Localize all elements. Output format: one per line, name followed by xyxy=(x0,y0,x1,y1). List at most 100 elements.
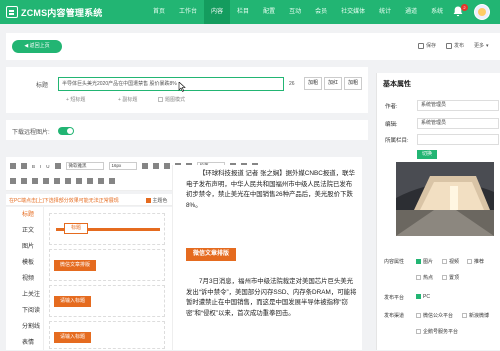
hot-checkbox[interactable] xyxy=(416,275,421,281)
column-label: 所属栏目: xyxy=(385,138,409,144)
template-item-1[interactable]: 标题 xyxy=(49,213,165,245)
undo-icon[interactable] xyxy=(10,163,16,169)
template-category-body[interactable]: 正文 xyxy=(6,223,43,239)
align-left-icon[interactable] xyxy=(163,163,170,169)
title-input[interactable]: 半导体巨头美光2020产品在中国遭禁售 股价暴跌8% xyxy=(58,77,284,91)
lead-title-option[interactable]: 题图模式 xyxy=(158,96,185,103)
header-actions: 保存 发布 更多 ▾ xyxy=(418,42,489,49)
nav-item-workbench[interactable]: 工作台 xyxy=(172,0,204,24)
underline-icon[interactable]: U xyxy=(46,164,49,169)
template-item-4[interactable]: 请输入标题 xyxy=(49,321,165,349)
image-option[interactable]: 图片 xyxy=(416,258,433,265)
template-category-template[interactable]: 模板 xyxy=(6,255,43,271)
template-item-3[interactable]: 请输入标题 xyxy=(49,285,165,317)
nav-item-interaction[interactable]: 互动 xyxy=(282,0,308,24)
editor-content[interactable]: 【环球科技报道 记者 张之娴】据外媒CNBC报道，联华电子发布声明，中华人民共和… xyxy=(172,165,362,350)
back-button[interactable]: ◀ 返回上页 xyxy=(12,40,62,53)
nav-item-system[interactable]: 系统 xyxy=(424,0,450,24)
template-label: 微信文章排版 xyxy=(54,260,97,271)
wechat-checkbox[interactable] xyxy=(416,313,421,319)
nav-item-columns[interactable]: 栏目 xyxy=(230,0,256,24)
recommend-checkbox[interactable] xyxy=(467,259,472,265)
weibo-checkbox[interactable] xyxy=(462,313,467,319)
app-title: ZCMS内容管理系统 xyxy=(21,7,103,18)
weibo-option[interactable]: 新浪微博 xyxy=(462,312,489,319)
notification-bell[interactable]: 2 xyxy=(452,4,468,19)
file-icon[interactable] xyxy=(43,178,49,184)
cover-photo-graphic xyxy=(396,162,494,236)
pc-checkbox[interactable] xyxy=(416,294,421,300)
video-icon[interactable] xyxy=(21,178,27,184)
nav-item-content[interactable]: 内容 xyxy=(204,0,231,24)
fullscreen-icon[interactable] xyxy=(109,178,115,184)
theme-color-button[interactable]: 主题色 xyxy=(146,197,167,204)
enterprise-checkbox[interactable] xyxy=(416,329,421,335)
top-navigation-bar: ZCMS内容管理系统 首页 工作台 内容 栏目 配置 互动 会员 社交媒体 统计… xyxy=(0,0,500,24)
image-icon[interactable] xyxy=(10,178,16,184)
cover-image[interactable] xyxy=(396,162,494,236)
sub-title-option[interactable]: + 副标题 xyxy=(118,96,137,103)
switch-column-button[interactable]: 切换 xyxy=(417,150,437,159)
remote-image-toggle[interactable] xyxy=(58,127,74,135)
template-item-2[interactable]: 微信文章排版 xyxy=(49,249,165,281)
app-logo[interactable]: ZCMS内容管理系统 xyxy=(6,4,103,20)
author-label: 作者: xyxy=(385,104,398,110)
template-category-image[interactable]: 图片 xyxy=(6,239,43,255)
template-category-read[interactable]: 下阅读 xyxy=(6,303,43,319)
pc-option[interactable]: PC xyxy=(416,294,430,300)
font-size-select[interactable]: 16px xyxy=(108,162,137,170)
nav-item-channels[interactable]: 通道 xyxy=(398,0,424,24)
nav-item-stats[interactable]: 统计 xyxy=(372,0,398,24)
nav-item-home[interactable]: 首页 xyxy=(146,0,172,24)
remote-image-label: 下载远程图片: xyxy=(12,130,50,136)
font-color-icon[interactable] xyxy=(141,163,148,169)
page-break-icon[interactable] xyxy=(98,178,104,184)
template-category-title[interactable]: 标题 xyxy=(6,207,43,223)
bold-button[interactable]: 加粗 xyxy=(304,77,322,90)
content-banner: 微信文章排版 xyxy=(186,248,237,261)
enterprise-option[interactable]: 企鹅号服务平台 xyxy=(416,328,458,335)
template-label: 请输入标题 xyxy=(54,332,92,343)
template-category-emoji[interactable]: 表情 xyxy=(6,335,43,351)
short-title-option[interactable]: + 短标题 xyxy=(66,96,85,103)
author-input[interactable]: 系统管理员 xyxy=(417,100,499,111)
font-family-select[interactable]: 微软雅黑 xyxy=(65,162,104,170)
strikethrough-icon[interactable] xyxy=(54,163,61,169)
audio-icon[interactable] xyxy=(32,178,38,184)
italic-icon[interactable]: I xyxy=(40,164,41,169)
template-category-divider[interactable]: 分割线 xyxy=(6,319,43,335)
image-checkbox[interactable] xyxy=(416,259,421,265)
save-button[interactable]: 保存 xyxy=(418,42,436,49)
save-icon xyxy=(418,42,424,49)
video-checkbox[interactable] xyxy=(442,259,447,265)
template-category-video[interactable]: 视频 xyxy=(6,271,43,287)
red-button[interactable]: 加红 xyxy=(324,77,342,90)
top-option[interactable]: 置顶 xyxy=(442,274,459,281)
redo-icon[interactable] xyxy=(21,163,27,169)
main-nav: 首页 工作台 内容 栏目 配置 互动 会员 社交媒体 统计 通道 系统 xyxy=(146,0,450,24)
code-icon[interactable] xyxy=(76,178,82,184)
nav-item-social[interactable]: 社交媒体 xyxy=(334,0,372,24)
table-icon[interactable] xyxy=(54,178,60,184)
video-option[interactable]: 视频 xyxy=(442,258,459,265)
background-color-icon[interactable] xyxy=(152,163,159,169)
column-input[interactable] xyxy=(417,134,499,145)
emoji-icon[interactable] xyxy=(87,178,93,184)
nav-item-config[interactable]: 配置 xyxy=(256,0,282,24)
extra-format-button[interactable]: 加粗 xyxy=(344,77,362,90)
publish-button[interactable]: 发布 xyxy=(446,42,464,49)
quote-icon[interactable] xyxy=(65,178,71,184)
user-avatar[interactable] xyxy=(474,4,490,20)
template-category-follow[interactable]: 上关注 xyxy=(6,287,43,303)
template-label: 请输入标题 xyxy=(54,296,92,307)
lead-title-checkbox[interactable] xyxy=(158,97,163,103)
hot-option[interactable]: 热点 xyxy=(416,274,433,281)
editor-label: 编辑: xyxy=(385,122,398,128)
recommend-option[interactable]: 推荐 xyxy=(467,258,484,265)
wechat-option[interactable]: 微信公众平台 xyxy=(416,312,453,319)
top-checkbox[interactable] xyxy=(442,275,447,281)
editor-input[interactable]: 系统管理员 xyxy=(417,118,499,129)
nav-item-members[interactable]: 会员 xyxy=(308,0,334,24)
bold-icon[interactable]: B xyxy=(32,164,35,169)
more-button[interactable]: 更多 ▾ xyxy=(474,42,489,50)
